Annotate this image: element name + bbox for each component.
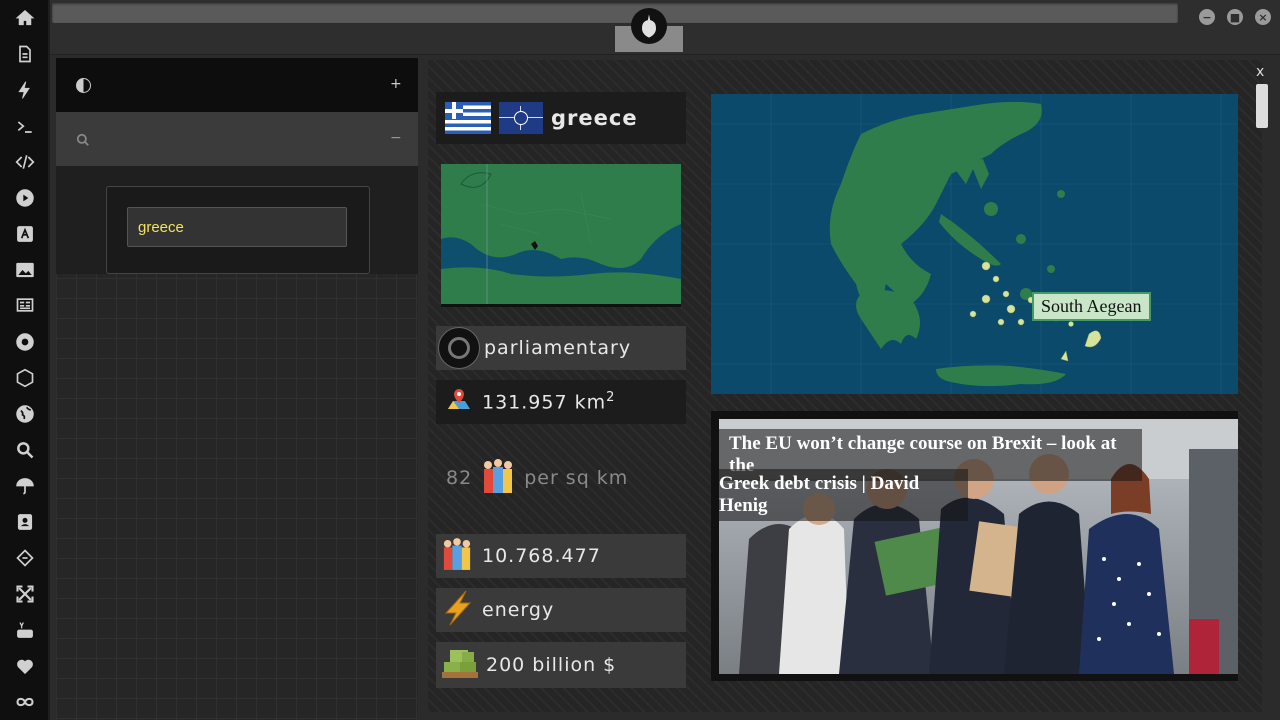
empire-icon[interactable] [13, 330, 37, 354]
population-row: 10.768.477 [436, 534, 686, 578]
globe-icon[interactable] [13, 402, 37, 426]
density-row: 82 per sq km [436, 454, 686, 502]
people-icon [482, 457, 514, 499]
area-value: 131.957 km2 [482, 390, 615, 413]
country-name: greece [551, 106, 638, 130]
diamond-code-icon[interactable] [13, 546, 37, 570]
news-icon[interactable] [13, 293, 37, 317]
hexagon-icon[interactable] [13, 366, 37, 390]
greece-flag-icon [445, 102, 491, 134]
nato-flag-icon [499, 102, 543, 134]
lightning-icon [440, 589, 476, 631]
density-value: 82 [446, 467, 473, 489]
area-row: 131.957 km2 [436, 380, 686, 424]
expand-icon[interactable] [13, 582, 37, 606]
collapse-minus-button[interactable]: − [390, 130, 402, 146]
government-type: parliamentary [484, 337, 632, 359]
play-icon[interactable] [13, 186, 37, 210]
population-value: 10.768.477 [482, 545, 601, 567]
region-map[interactable] [711, 94, 1238, 394]
government-row: parliamentary [436, 326, 686, 370]
area-exponent: 2 [606, 390, 616, 406]
energy-label: energy [482, 599, 555, 621]
heart-icon[interactable] [13, 654, 37, 678]
expand-plus-button[interactable]: + [390, 76, 402, 92]
infinity-icon[interactable] [13, 690, 37, 714]
image-icon[interactable] [13, 258, 37, 282]
code-icon[interactable] [13, 150, 37, 174]
document-icon[interactable] [13, 42, 37, 66]
region-tooltip: South Aegean [1032, 292, 1151, 321]
search-header: − [56, 112, 418, 166]
maximize-button[interactable]: ■ [1227, 9, 1243, 25]
close-panel-button[interactable]: x [1256, 64, 1264, 80]
home-icon[interactable] [13, 6, 37, 30]
gdp-value: 200 billion $ [486, 654, 617, 676]
news-headline-line2[interactable]: Greek debt crisis | David Henig [719, 469, 968, 521]
country-search-input[interactable] [127, 207, 347, 247]
search-card [106, 186, 370, 274]
icon-sidebar [0, 0, 50, 720]
search-icon[interactable] [76, 132, 90, 151]
contacts-icon[interactable] [13, 510, 37, 534]
left-panel: + − [56, 58, 418, 720]
news-photo[interactable]: The EU won’t change course on Brexit – l… [719, 419, 1238, 674]
area-number: 131.957 km [482, 391, 607, 414]
gdp-row: 200 billion $ [436, 642, 686, 688]
rebel-alliance-logo[interactable] [631, 8, 667, 44]
map-pin-icon [446, 387, 472, 417]
search-icon[interactable] [13, 438, 37, 462]
minimize-button[interactable]: − [1199, 9, 1215, 25]
empire-emblem-icon [438, 327, 480, 369]
population-icon [442, 535, 472, 577]
country-header: greece [436, 92, 686, 144]
world-locator-map[interactable] [441, 164, 681, 307]
close-window-button[interactable]: × [1255, 9, 1271, 25]
contrast-icon[interactable] [76, 78, 91, 93]
theme-header: + [56, 58, 418, 112]
density-unit: per sq km [524, 467, 629, 489]
energy-row: energy [436, 588, 686, 632]
address-bar[interactable] [52, 3, 1178, 23]
money-stack-icon [440, 644, 480, 686]
youtube-icon[interactable] [13, 618, 37, 642]
lightning-icon[interactable] [13, 78, 37, 102]
umbrella-icon[interactable] [13, 474, 37, 498]
panel-scrollbar[interactable] [1256, 84, 1268, 128]
terminal-icon[interactable] [13, 115, 37, 139]
translate-icon[interactable] [13, 222, 37, 246]
